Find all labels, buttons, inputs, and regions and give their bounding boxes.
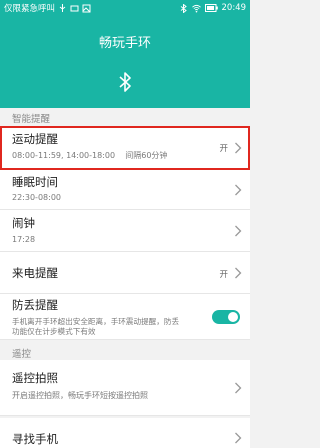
status-bar: 仅限紧急呼叫 20:49: [0, 0, 250, 16]
carrier-text: 仅限紧急呼叫: [4, 4, 56, 14]
tag-icon: [70, 4, 79, 13]
wifi-icon: [191, 4, 201, 13]
row-title: 睡眠时间: [12, 175, 58, 189]
row-title: 寻找手机: [12, 432, 58, 446]
row-subtitle: 22:30-08:00: [12, 193, 61, 202]
page-title: 畅玩手环: [98, 36, 151, 51]
call-reminder-row[interactable]: 来电提醒 开: [0, 252, 250, 294]
usb-icon: [58, 3, 67, 13]
toggle-knob: [228, 312, 238, 322]
row-title: 防丢提醒: [12, 298, 58, 312]
battery-icon: [204, 4, 218, 13]
app-header: 畅玩手环: [0, 16, 250, 108]
bluetooth-icon: [118, 72, 132, 92]
activity-reminder-row[interactable]: 运动提醒 08:00-11:59, 14:00-18:00 间隔60分钟 开: [0, 126, 250, 170]
chevron-right-icon: [235, 432, 242, 444]
status-value: 开: [219, 144, 228, 154]
chevron-right-icon: [235, 225, 242, 237]
section-header-remote: 遥控: [12, 349, 32, 360]
chevron-right-icon: [235, 267, 242, 279]
row-subtitle: 开启遥控拍照，畅玩手环短按遥控拍照: [12, 391, 148, 400]
row-subtitle: 17:28: [12, 235, 36, 244]
row-subtitle: 08:00-11:59, 14:00-18:00 间隔60分钟: [12, 151, 168, 160]
sleep-time-row[interactable]: 睡眠时间 22:30-08:00: [0, 170, 250, 210]
row-title: 来电提醒: [12, 266, 58, 280]
row-title: 遥控拍照: [12, 371, 58, 385]
bluetooth-icon: [179, 3, 188, 13]
status-value: 开: [219, 270, 228, 280]
chevron-right-icon: [235, 382, 242, 394]
anti-loss-row: 防丢提醒 手机离开手环超出安全距离，手环震动提醒，防丢 功能仅在计步模式下有效: [0, 294, 250, 340]
section-header-smart-reminders: 智能提醒: [12, 114, 51, 125]
status-time: 20:49: [221, 3, 247, 13]
chevron-right-icon: [235, 184, 242, 196]
chevron-right-icon: [235, 142, 242, 154]
alarm-row[interactable]: 闹钟 17:28: [0, 210, 250, 252]
row-description-line2: 功能仅在计步模式下有效: [12, 327, 96, 336]
row-title: 运动提醒: [12, 132, 58, 146]
remote-photo-row[interactable]: 遥控拍照 开启遥控拍照，畅玩手环短按遥控拍照: [0, 360, 250, 416]
image-icon: [82, 4, 91, 13]
anti-loss-toggle[interactable]: [212, 310, 240, 324]
row-title: 闹钟: [12, 216, 35, 230]
